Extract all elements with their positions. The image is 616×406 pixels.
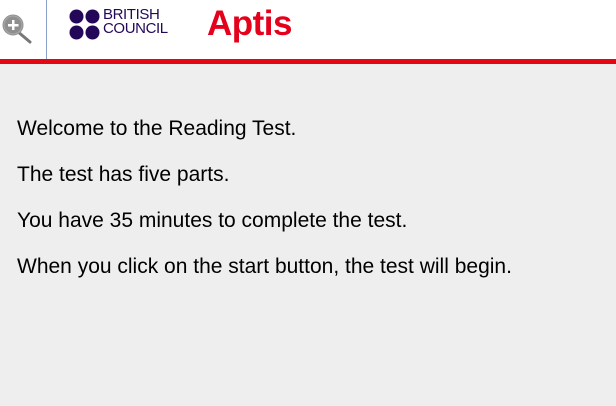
instruction-start: When you click on the start button, the … [17,255,512,278]
instruction-time: You have 35 minutes to complete the test… [17,209,408,232]
instruction-parts: The test has five parts. [17,163,230,186]
brand-wordmark: BRITISH COUNCIL [103,7,168,37]
product-title: Aptis [207,4,293,43]
instruction-welcome: Welcome to the Reading Test. [17,117,297,140]
instructions-panel: Welcome to the Reading Test. The test ha… [17,117,616,301]
header: BRITISH COUNCIL Aptis [0,0,616,60]
brand-line-council: COUNCIL [103,20,168,37]
header-red-rule [0,59,616,64]
zoom-in-icon-svg [2,14,32,44]
british-council-logo: BRITISH COUNCIL [69,7,179,42]
header-divider [46,0,47,59]
app-window: BRITISH COUNCIL Aptis Welcome to the Rea… [0,0,616,406]
british-council-dots-logo [69,9,100,40]
zoom-in-icon[interactable] [0,13,34,45]
